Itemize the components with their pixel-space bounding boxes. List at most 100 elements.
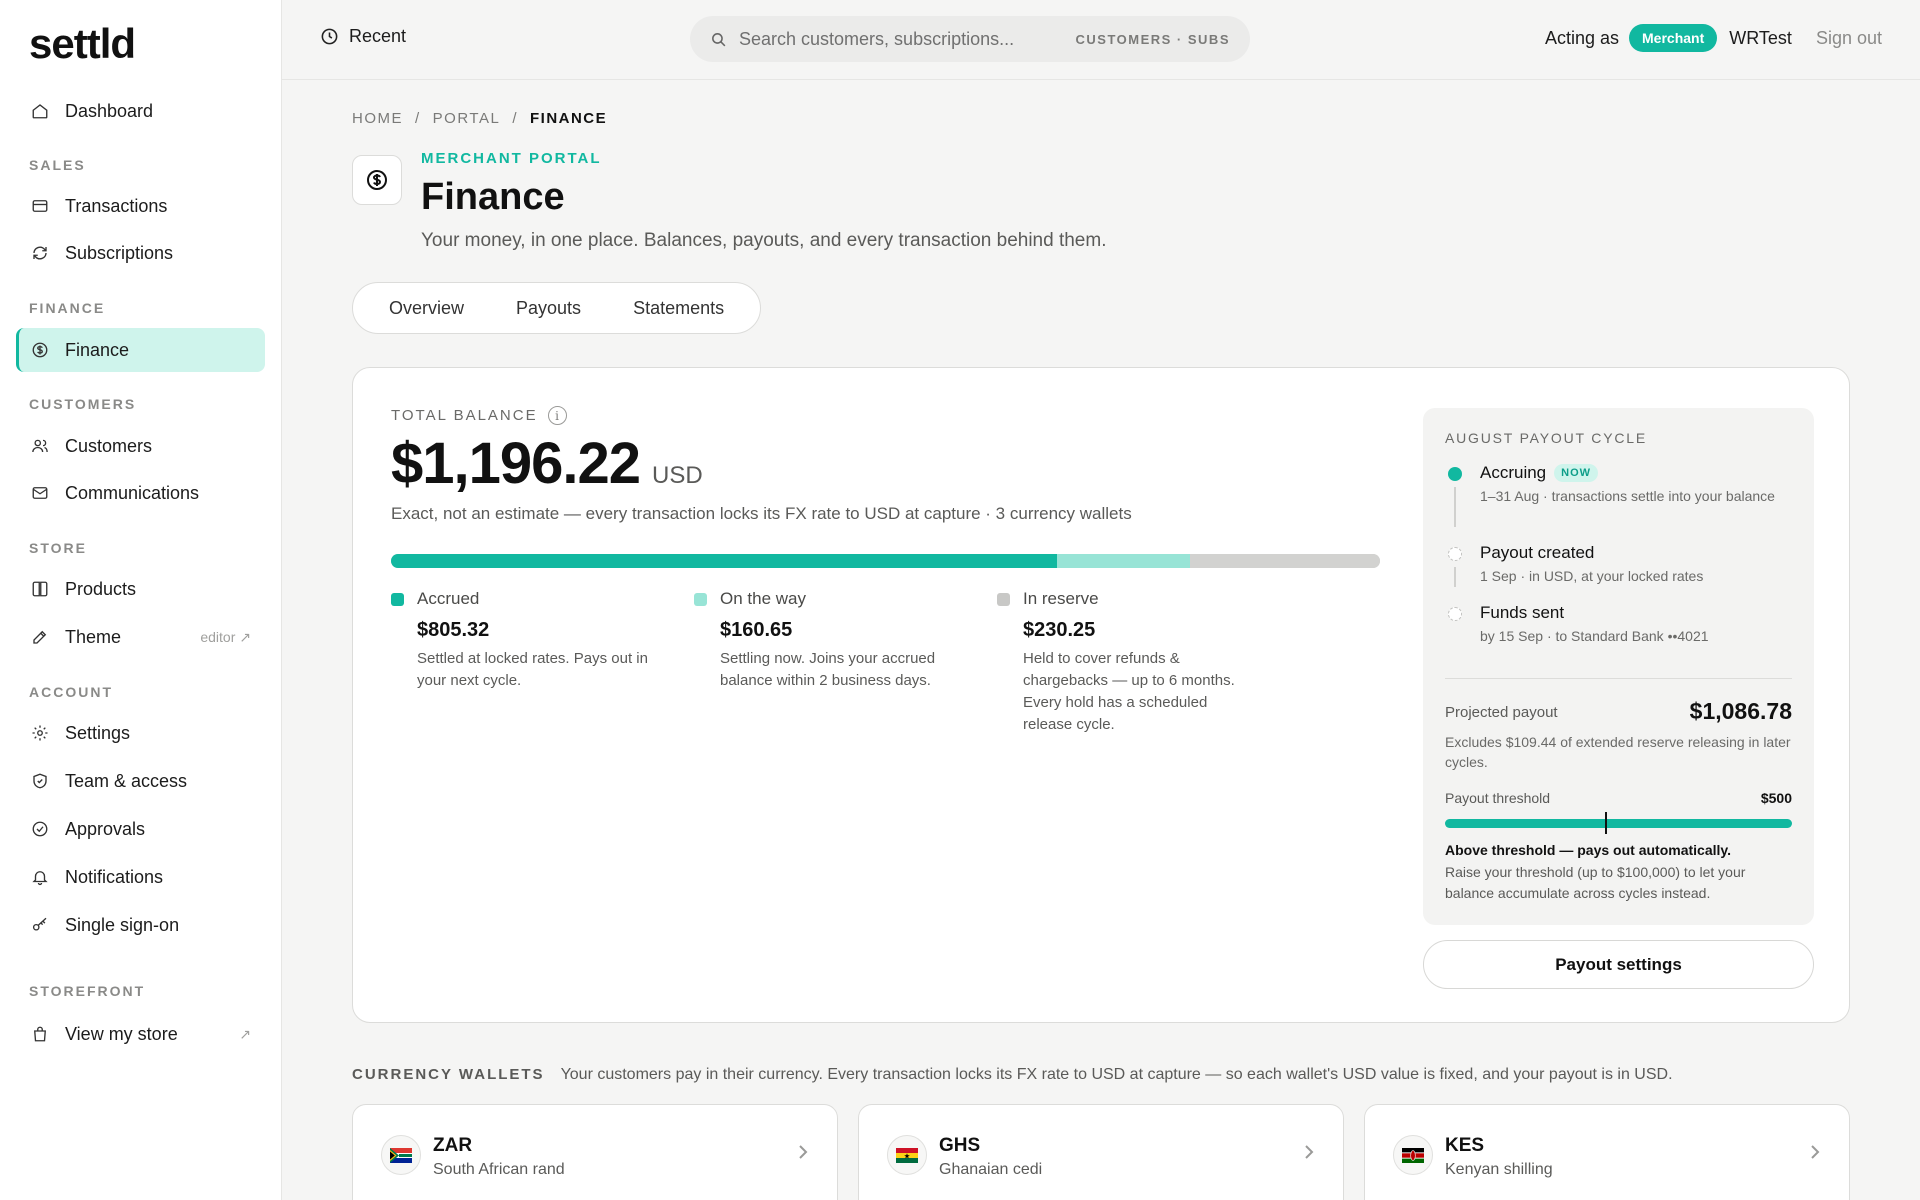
wallet-card-ghs[interactable]: GHS Ghanaian cedi (858, 1104, 1344, 1200)
section-account: ACCOUNT (29, 684, 113, 700)
sidebar-item-communications[interactable]: Communications (16, 471, 265, 515)
payout-cycle-title: AUGUST PAYOUT CYCLE (1445, 430, 1647, 446)
tab-payouts[interactable]: Payouts (490, 298, 607, 319)
sidebar-item-products[interactable]: Products (16, 567, 265, 611)
account-name[interactable]: WRTest (1729, 28, 1792, 49)
step-detail: 1 Sep · in USD, at your locked rates (1480, 568, 1704, 584)
bar-segment-reserve (1189, 554, 1380, 568)
section-store: STORE (29, 540, 87, 556)
sidebar-item-label: Team & access (65, 770, 188, 791)
ke-flag-icon (1393, 1135, 1433, 1175)
search-scope: CUSTOMERS · SUBS (1075, 31, 1230, 47)
balance-card: TOTAL BALANCE i $1,196.22 USD Exact, not… (352, 367, 1850, 1023)
sign-out-link[interactable]: Sign out (1816, 28, 1882, 49)
sidebar-item-label: Customers (65, 435, 153, 456)
recent-button[interactable]: Recent (320, 26, 406, 47)
payout-cycle-panel: AUGUST PAYOUT CYCLE Accruing NOW 1–31 Aug… (1423, 408, 1814, 925)
role-badge[interactable]: Merchant (1629, 24, 1718, 52)
card-icon (29, 195, 51, 217)
payout-settings-button[interactable]: Payout settings (1423, 940, 1814, 989)
pencil-icon (29, 626, 51, 648)
tab-statements[interactable]: Statements (607, 298, 750, 319)
reserve-swatch (997, 592, 1010, 606)
breakdown-reserve: In reserve $230.25 Held to cover refunds… (997, 589, 1257, 736)
page-subtitle: Your money, in one place. Balances, payo… (421, 230, 1107, 251)
search-bar[interactable]: CUSTOMERS · SUBS (690, 16, 1250, 62)
step-connector (1454, 487, 1456, 527)
breadcrumb-separator: / (415, 110, 421, 127)
total-balance-heading: TOTAL BALANCE i (391, 406, 567, 425)
sidebar-item-finance[interactable]: Finance (16, 328, 265, 372)
info-icon[interactable]: i (547, 406, 567, 425)
wallet-code: ZAR (433, 1135, 473, 1156)
sidebar-item-label: Finance (65, 339, 130, 360)
balance-note: Exact, not an estimate — every transacti… (391, 504, 1132, 523)
sidebar-item-notifications[interactable]: Notifications (16, 855, 265, 899)
sidebar-item-subscriptions[interactable]: Subscriptions (16, 231, 265, 275)
threshold-bar (1445, 819, 1792, 828)
account-area: Acting as Merchant WRTest Sign out (1545, 24, 1882, 52)
sidebar-item-label: Transactions (65, 195, 168, 216)
breadcrumb-separator: / (512, 110, 518, 127)
sidebar-item-label: Theme (65, 626, 122, 647)
sidebar-item-team[interactable]: Team & access (16, 759, 265, 803)
book-icon (29, 578, 51, 600)
step-name: Payout created (1480, 543, 1595, 562)
logo[interactable]: settld (29, 20, 136, 68)
search-input[interactable] (739, 28, 1076, 50)
step-detail: by 15 Sep · to Standard Bank ••4021 (1480, 628, 1709, 644)
sidebar-item-sso[interactable]: Single sign-on (16, 903, 265, 947)
external-link-icon: ↗ (239, 1025, 251, 1042)
step-dot-pending (1448, 607, 1462, 621)
bar-segment-on-the-way (1056, 554, 1190, 568)
finance-page-icon (352, 155, 402, 205)
sidebar-item-theme[interactable]: Theme editor ↗ (16, 615, 265, 659)
sidebar-item-dashboard[interactable]: Dashboard (16, 89, 265, 133)
accrued-label: Accrued (417, 589, 480, 608)
threshold-value: $500 (1760, 790, 1792, 806)
chevron-right-icon (1809, 1143, 1821, 1166)
sidebar-item-label: Communications (65, 482, 200, 503)
on-the-way-value: $160.65 (720, 619, 793, 641)
wallet-code: GHS (939, 1135, 981, 1156)
editor-link[interactable]: editor ↗ (200, 629, 251, 646)
threshold-status: Above threshold — pays out automatically… (1445, 842, 1732, 858)
wallet-card-zar[interactable]: ZAR South African rand (352, 1104, 838, 1200)
projected-payout-note: Excludes $109.44 of extended reserve rel… (1445, 734, 1791, 770)
sidebar-item-settings[interactable]: Settings (16, 711, 265, 755)
sidebar-item-customers[interactable]: Customers (16, 424, 265, 468)
check-circle-icon (29, 818, 51, 840)
step-dot-active (1448, 467, 1462, 481)
sidebar-item-label: Products (65, 578, 137, 599)
projected-payout-label: Projected payout (1445, 704, 1558, 721)
step-name: Accruing (1480, 463, 1547, 482)
total-balance-currency: USD (652, 462, 703, 489)
on-the-way-description: Settling now. Joins your accrued balance… (720, 650, 936, 689)
wallet-currency-name: South African rand (433, 1161, 565, 1178)
threshold-label: Payout threshold (1445, 790, 1551, 806)
finance-tabs: Overview Payouts Statements (352, 282, 762, 334)
accrued-swatch (391, 592, 404, 606)
sidebar-item-transactions[interactable]: Transactions (16, 184, 265, 228)
accrued-value: $805.32 (417, 619, 490, 641)
wallet-card-kes[interactable]: KES Kenyan shilling (1364, 1104, 1850, 1200)
breakdown-accrued: Accrued $805.32 Settled at locked rates.… (391, 589, 651, 692)
breadcrumb-home[interactable]: HOME (352, 110, 403, 127)
section-storefront: STOREFRONT (29, 983, 146, 999)
step-dot-pending (1448, 547, 1462, 561)
breadcrumb-portal[interactable]: PORTAL (433, 110, 501, 127)
breadcrumb: HOME / PORTAL / FINANCE (352, 110, 607, 127)
cycle-step-payout-created: Payout created 1 Sep · in USD, at your l… (1445, 543, 1795, 587)
tab-overview[interactable]: Overview (363, 298, 490, 319)
sidebar-item-view-store[interactable]: View my store ↗ (16, 1012, 265, 1056)
wallet-code: KES (1445, 1135, 1485, 1156)
sidebar-item-approvals[interactable]: Approvals (16, 807, 265, 851)
page-title: Finance (421, 176, 565, 218)
breakdown-on-the-way: On the way $160.65 Settling now. Joins y… (694, 589, 954, 692)
sidebar-item-label: Subscriptions (65, 242, 174, 263)
section-finance: FINANCE (29, 300, 106, 316)
users-icon (29, 435, 51, 457)
sidebar-item-label: View my store (65, 1023, 178, 1044)
bell-icon (29, 866, 51, 888)
clock-icon (320, 27, 339, 46)
